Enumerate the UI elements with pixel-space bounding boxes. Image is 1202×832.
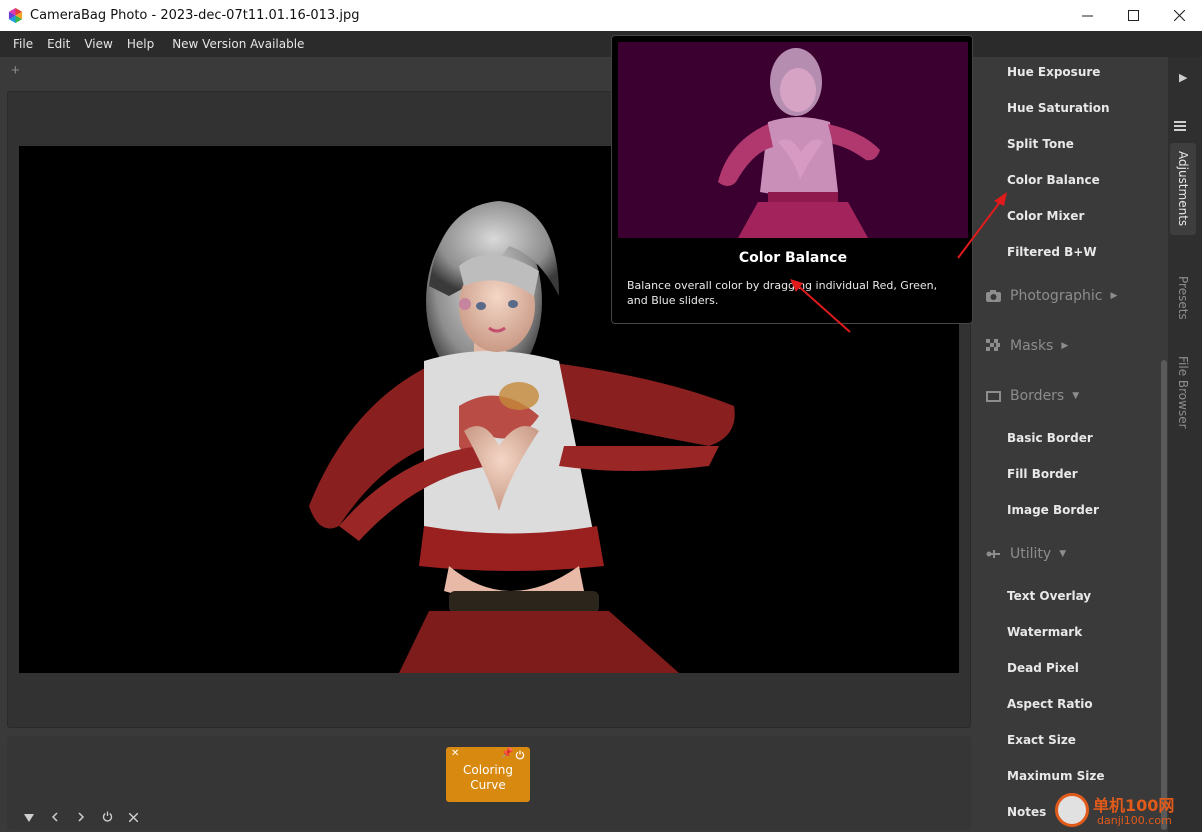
adj-basic-border[interactable]: Basic Border [1007, 431, 1093, 445]
title-bar: CameraBag Photo - 2023-dec-07t11.01.16-0… [0, 0, 1202, 31]
minimize-button[interactable] [1064, 0, 1110, 31]
camera-icon [985, 289, 1001, 303]
section-utility-label: Utility [1010, 546, 1052, 562]
tooltip-title: Color Balance [738, 250, 848, 266]
menu-view[interactable]: View [77, 37, 119, 51]
adj-split-tone[interactable]: Split Tone [1007, 137, 1074, 151]
coloring-curve-card[interactable]: ✕ 📌 Coloring Curve [446, 747, 530, 802]
adj-dead-pixel[interactable]: Dead Pixel [1007, 661, 1079, 675]
hamburger-menu-icon[interactable] [1174, 121, 1186, 131]
window-controls [1064, 0, 1202, 31]
adj-hue-exposure[interactable]: Hue Exposure [1007, 65, 1100, 79]
watermark-line2: danji100.com [1097, 814, 1172, 827]
close-icon [128, 812, 138, 822]
triangle-right-icon: ▶ [1061, 341, 1069, 351]
strip-controls [16, 808, 146, 826]
menu-help[interactable]: Help [120, 37, 161, 51]
site-watermark: 单机100网 danji100.com [1053, 790, 1202, 832]
utility-tool-icon [985, 547, 1001, 561]
play-icon[interactable]: ▶ [1179, 71, 1187, 84]
tab-presets[interactable]: Presets [1170, 263, 1196, 333]
color-balance-tooltip: Color Balance Balance overall color by d… [611, 35, 973, 324]
tab-adjustments[interactable]: Adjustments [1170, 143, 1196, 235]
camerabag-logo-icon [8, 8, 23, 23]
minimize-icon [1081, 15, 1093, 17]
panel-scrollbar[interactable] [1161, 360, 1167, 830]
previous-button[interactable] [42, 810, 68, 825]
adj-exact-size[interactable]: Exact Size [1007, 733, 1076, 747]
adj-watermark[interactable]: Watermark [1007, 625, 1082, 639]
adj-color-balance[interactable]: Color Balance [1007, 173, 1100, 187]
section-masks-label: Masks [1010, 338, 1054, 354]
menu-bar: File Edit View Help New Version Availabl… [0, 31, 1202, 57]
clear-all-button[interactable] [120, 810, 146, 825]
toggle-all-button[interactable] [94, 810, 120, 825]
tab-file-browser[interactable]: File Browser [1170, 347, 1196, 437]
watermark-line1: 单机100网 [1093, 796, 1175, 815]
collapse-strip-button[interactable] [16, 810, 42, 825]
border-frame-icon [985, 389, 1001, 403]
section-masks[interactable]: Masks ▶ [985, 338, 1068, 354]
adjustments-panel: Hue Exposure Hue Saturation Split Tone C… [975, 57, 1168, 832]
triangle-down-icon: ▼ [1072, 391, 1080, 401]
chevron-right-icon [78, 811, 85, 822]
triangle-right-icon: ▶ [1110, 291, 1118, 301]
coloring-curve-label: Coloring Curve [463, 763, 513, 792]
close-button[interactable] [1156, 0, 1202, 31]
add-tab-button[interactable]: + [11, 62, 20, 79]
close-icon [1173, 10, 1185, 21]
adj-color-mixer[interactable]: Color Mixer [1007, 209, 1084, 223]
adj-text-overlay[interactable]: Text Overlay [1007, 589, 1091, 603]
menu-edit[interactable]: Edit [40, 37, 77, 51]
maximize-icon [1127, 10, 1139, 21]
window-title: CameraBag Photo - 2023-dec-07t11.01.16-0… [30, 8, 360, 23]
section-photographic[interactable]: Photographic ▶ [985, 288, 1117, 304]
checker-mask-icon [985, 339, 1001, 353]
triangle-down-icon [24, 813, 34, 822]
section-utility[interactable]: Utility ▼ [985, 546, 1066, 562]
card-power-icon[interactable] [515, 750, 525, 760]
adj-image-border[interactable]: Image Border [1007, 503, 1099, 517]
tooltip-preview-image [618, 42, 968, 238]
watermark-logo-icon [1055, 793, 1089, 827]
adj-filtered-bw[interactable]: Filtered B+W [1007, 245, 1097, 259]
adj-fill-border[interactable]: Fill Border [1007, 467, 1078, 481]
triangle-down-icon: ▼ [1059, 549, 1067, 559]
adj-maximum-size[interactable]: Maximum Size [1007, 769, 1105, 783]
section-borders-label: Borders [1010, 388, 1065, 404]
section-photographic-label: Photographic [1010, 288, 1103, 304]
tooltip-description: Balance overall color by dragging indivi… [627, 279, 938, 307]
adj-notes[interactable]: Notes [1007, 805, 1046, 819]
menu-file[interactable]: File [6, 37, 40, 51]
power-icon [102, 811, 112, 822]
section-borders[interactable]: Borders ▼ [985, 388, 1079, 404]
chevron-left-icon [51, 811, 58, 822]
adj-hue-saturation[interactable]: Hue Saturation [1007, 101, 1110, 115]
side-tab-bar: ▶ Adjustments Presets File Browser [1168, 57, 1202, 832]
tooltip-preview-illustration [618, 42, 968, 238]
card-pin-icon[interactable]: 📌 [501, 748, 513, 759]
next-button[interactable] [68, 810, 94, 825]
maximize-button[interactable] [1110, 0, 1156, 31]
card-close-icon[interactable]: ✕ [451, 748, 459, 759]
menu-new-version[interactable]: New Version Available [165, 37, 311, 51]
adj-aspect-ratio[interactable]: Aspect Ratio [1007, 697, 1093, 711]
